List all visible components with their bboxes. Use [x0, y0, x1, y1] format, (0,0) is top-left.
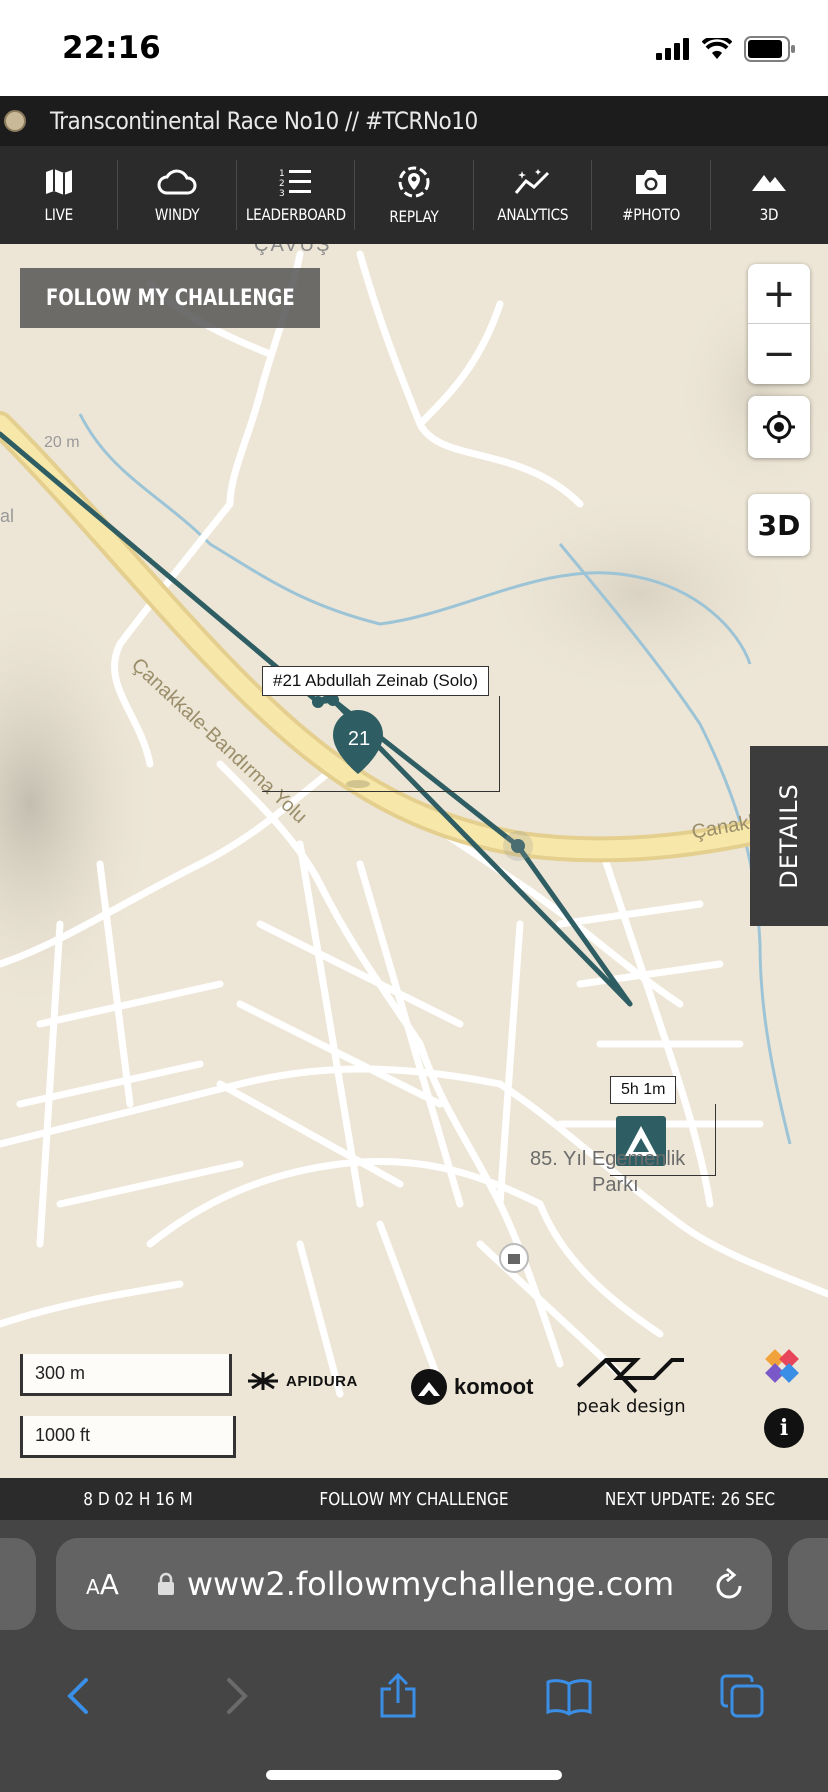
nav-windy[interactable]: WINDY — [118, 160, 237, 230]
replay-icon — [398, 166, 430, 197]
peak-design-mark-icon — [576, 1358, 684, 1394]
nav-3d[interactable]: 3D — [711, 160, 828, 230]
contour-label: 20 m — [44, 434, 80, 451]
address-bar[interactable]: AA www2.followmychallenge.com — [56, 1538, 772, 1630]
park-label: 85. Yıl Egemenlik Parkı — [530, 1146, 685, 1198]
main-nav: LIVE WINDY 1 2 3 LEADERBOARD REPLAY ANAL… — [0, 146, 828, 244]
follow-my-challenge-badge[interactable]: FOLLOW MY CHALLENGE — [20, 268, 320, 328]
cloud-icon — [157, 169, 197, 194]
nav-live[interactable]: LIVE — [0, 160, 119, 230]
toggle-3d-button[interactable]: 3D — [748, 494, 810, 556]
status-time: 22:16 — [62, 30, 161, 66]
battery-icon — [744, 36, 795, 62]
crosshair-icon — [763, 411, 795, 443]
forward-icon[interactable] — [221, 1676, 251, 1716]
ranked-list-icon: 1 2 3 — [279, 169, 311, 197]
wifi-icon — [702, 38, 732, 59]
svg-text:2: 2 — [279, 179, 285, 189]
map-icon — [45, 168, 72, 195]
scale-metric: 300 m — [20, 1354, 232, 1396]
bee-icon — [248, 1372, 278, 1390]
komoot-logo[interactable]: komoot — [410, 1368, 533, 1406]
next-update-countdown: NEXT UPDATE: 26 SEC — [604, 1488, 776, 1510]
status-icons — [656, 36, 796, 62]
partner-logo-icon[interactable] — [760, 1344, 804, 1388]
komoot-text: komoot — [454, 1374, 534, 1399]
analytics-icon — [514, 168, 549, 194]
zoom-out-button[interactable]: − — [748, 324, 810, 384]
map-view[interactable]: ÇAVUŞ 20 m al Çanakkale-Bandırma Yolu Ça… — [0, 244, 828, 1478]
details-tab-label: DETAILS — [775, 783, 804, 889]
next-tab-peek[interactable] — [788, 1538, 828, 1630]
nav-windy-label: WINDY — [154, 204, 200, 224]
camera-icon — [635, 169, 666, 194]
previous-tab-peek[interactable] — [0, 1538, 36, 1630]
zoom-controls: + − — [748, 264, 810, 384]
peak-design-text: peak design — [576, 1396, 686, 1417]
apidura-text: APIDURA — [286, 1372, 358, 1390]
nav-replay[interactable]: REPLAY — [355, 160, 474, 230]
ios-status-bar: 22:16 — [0, 0, 828, 96]
nav-photo-label: #PHOTO — [621, 204, 680, 224]
race-status-bar: 8 D 02 H 16 M FOLLOW MY CHALLENGE NEXT U… — [0, 1478, 828, 1520]
nav-analytics[interactable]: ANALYTICS — [474, 160, 593, 230]
info-button[interactable]: i — [764, 1408, 804, 1448]
nav-leaderboard[interactable]: 1 2 3 LEADERBOARD — [237, 160, 356, 230]
nav-photo[interactable]: #PHOTO — [592, 160, 711, 230]
footer-brand: FOLLOW MY CHALLENGE — [319, 1488, 509, 1510]
nav-3d-label: 3D — [760, 204, 779, 224]
home-indicator — [266, 1770, 562, 1780]
komoot-icon — [411, 1369, 447, 1405]
locate-button[interactable] — [748, 396, 810, 458]
safari-chrome: AA www2.followmychallenge.com — [0, 1520, 828, 1792]
town-label: ÇAVUŞ — [254, 244, 332, 256]
park-label-line1: 85. Yıl Egemenlik — [530, 1148, 686, 1170]
peak-design-logo[interactable]: peak design — [576, 1356, 686, 1417]
rider-label[interactable]: #21 Abdullah Zeinab (Solo) — [262, 666, 490, 696]
edge-road-label: al — [0, 506, 15, 526]
url-text: www2.followmychallenge.com — [186, 1565, 675, 1603]
follow-badge-text: FOLLOW MY CHALLENGE — [46, 285, 295, 311]
park-label-line2: Parkı — [592, 1174, 639, 1196]
race-title: Transcontinental Race No10 // #TCRNo10 — [50, 107, 478, 135]
nav-analytics-label: ANALYTICS — [497, 204, 569, 224]
bookmarks-icon[interactable] — [545, 1676, 593, 1716]
tabs-icon[interactable] — [720, 1674, 764, 1718]
race-title-bar: Transcontinental Race No10 // #TCRNo10 — [0, 96, 828, 146]
back-icon[interactable] — [64, 1676, 94, 1716]
nav-leaderboard-label: LEADERBOARD — [245, 204, 346, 224]
reload-icon[interactable] — [712, 1566, 746, 1602]
scale-imperial: 1000 ft — [20, 1416, 236, 1458]
race-logo-icon — [4, 110, 26, 132]
elapsed-time: 8 D 02 H 16 M — [83, 1488, 193, 1510]
details-tab[interactable]: DETAILS — [750, 746, 828, 926]
share-icon[interactable] — [378, 1673, 418, 1719]
map-base — [0, 250, 828, 1398]
reader-settings-button[interactable]: AA — [86, 1568, 119, 1601]
svg-text:3: 3 — [279, 189, 285, 197]
rider-number: 21 — [347, 728, 371, 750]
stop-duration-label[interactable]: 5h 1m — [610, 1076, 677, 1104]
mountain-icon — [752, 174, 787, 191]
zoom-in-button[interactable]: + — [748, 264, 810, 324]
safari-toolbar — [0, 1656, 828, 1736]
toggle-3d-label: 3D — [757, 508, 801, 542]
lock-icon — [157, 1572, 174, 1595]
svg-text:1: 1 — [279, 169, 285, 179]
nav-replay-label: REPLAY — [389, 206, 439, 226]
apidura-logo[interactable]: APIDURA — [246, 1368, 358, 1394]
cellular-signal-icon — [656, 38, 689, 60]
nav-live-label: LIVE — [44, 204, 73, 224]
